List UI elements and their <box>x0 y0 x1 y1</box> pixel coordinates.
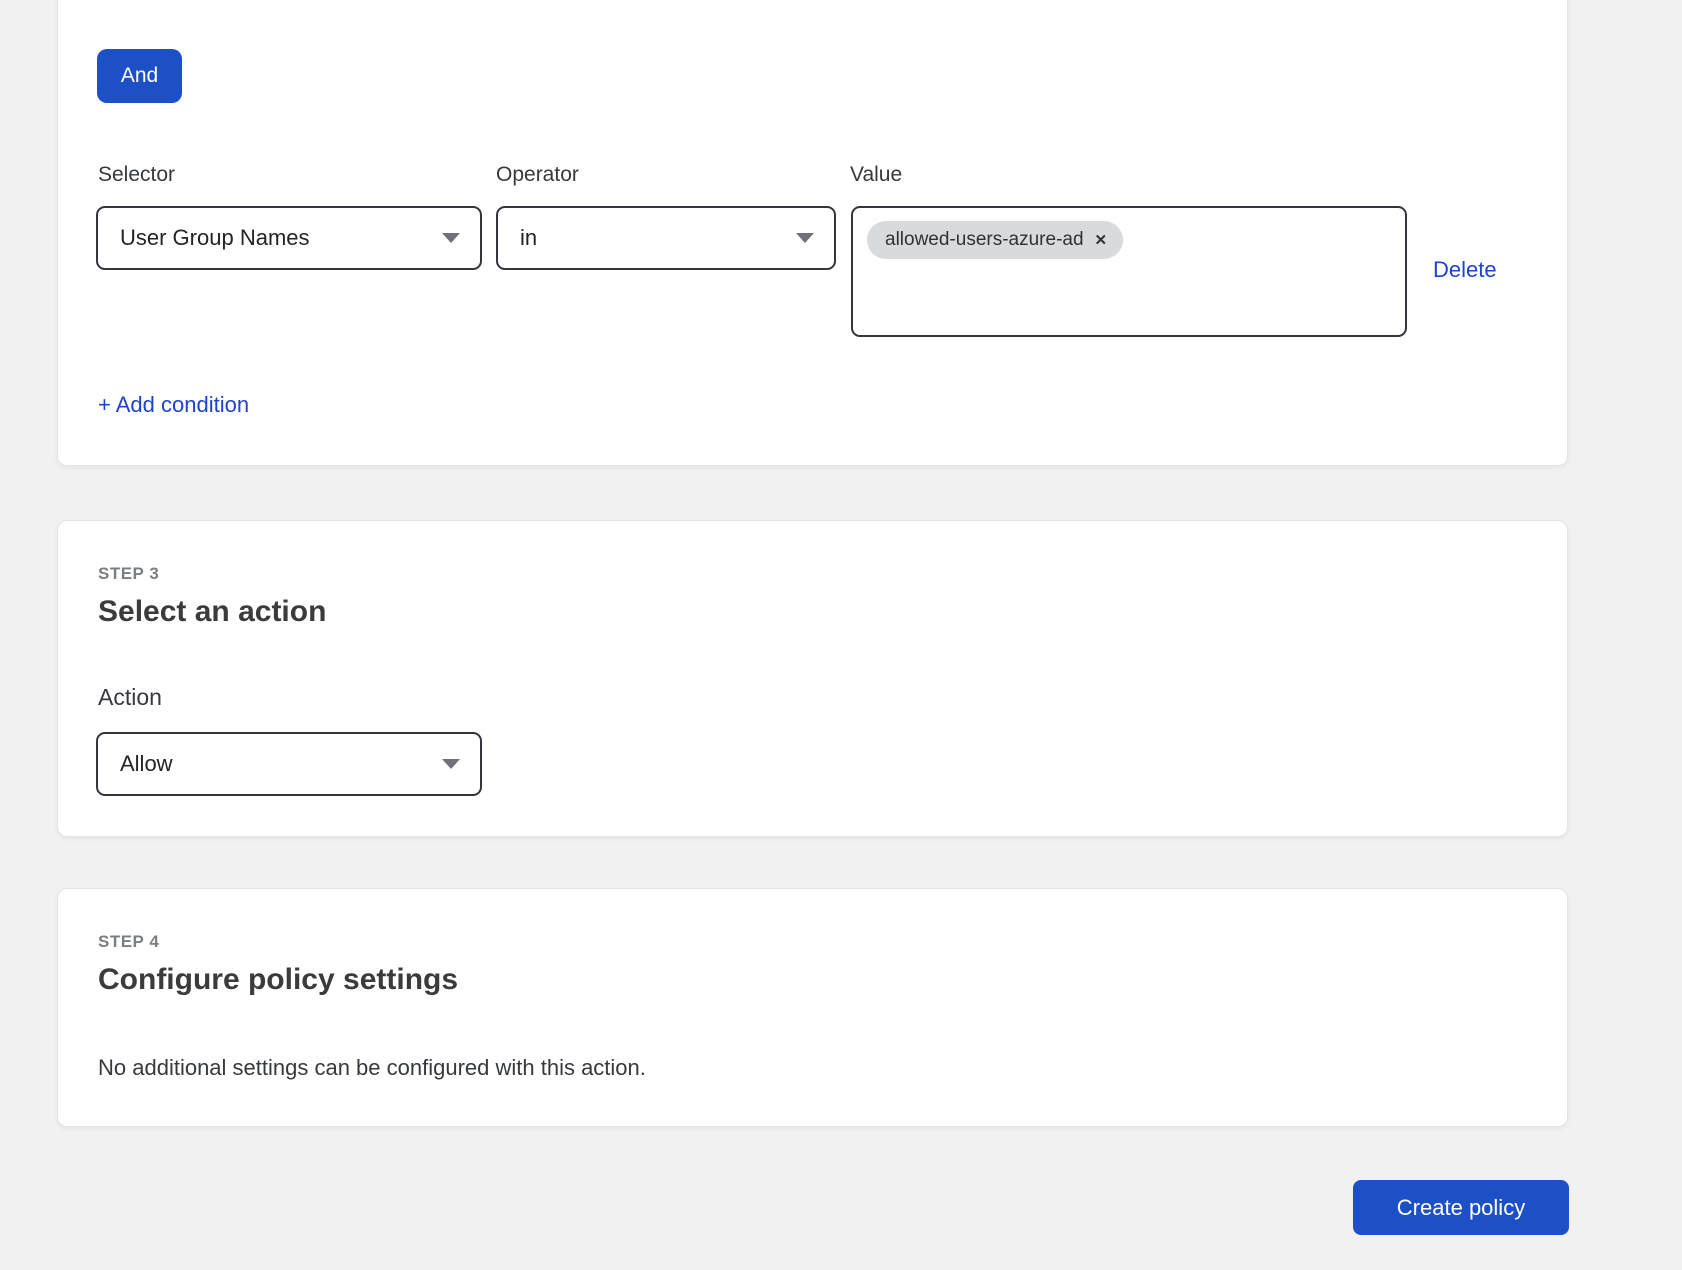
step3-card: STEP 3 Select an action Action Allow <box>57 520 1568 837</box>
chevron-down-icon <box>442 759 460 769</box>
and-operator-button[interactable]: And <box>97 49 182 103</box>
action-dropdown[interactable]: Allow <box>96 732 482 796</box>
chevron-down-icon <box>796 233 814 243</box>
step4-card: STEP 4 Configure policy settings No addi… <box>57 888 1568 1127</box>
add-condition-link[interactable]: + Add condition <box>98 392 249 418</box>
selector-dropdown[interactable]: User Group Names <box>96 206 482 270</box>
value-field-label: Value <box>850 163 902 187</box>
operator-dropdown[interactable]: in <box>496 206 836 270</box>
operator-dropdown-value: in <box>520 225 796 251</box>
selector-field-label: Selector <box>98 163 175 187</box>
condition-card: And Selector Operator Value User Group N… <box>57 0 1568 466</box>
chevron-down-icon <box>442 233 460 243</box>
delete-condition-link[interactable]: Delete <box>1433 257 1497 283</box>
step3-title: Select an action <box>98 595 326 629</box>
selector-dropdown-value: User Group Names <box>120 225 442 251</box>
value-tag: allowed-users-azure-ad ✕ <box>867 221 1123 259</box>
value-multiselect-input[interactable]: allowed-users-azure-ad ✕ <box>851 206 1407 337</box>
step4-eyebrow: STEP 4 <box>98 932 159 952</box>
step4-title: Configure policy settings <box>98 963 458 997</box>
step4-note-text: No additional settings can be configured… <box>98 1055 646 1081</box>
create-policy-button[interactable]: Create policy <box>1353 1180 1569 1235</box>
value-tag-text: allowed-users-azure-ad <box>885 229 1084 251</box>
step3-eyebrow: STEP 3 <box>98 564 159 584</box>
action-dropdown-value: Allow <box>120 751 442 777</box>
remove-tag-icon[interactable]: ✕ <box>1095 233 1108 248</box>
action-field-label: Action <box>98 684 162 711</box>
operator-field-label: Operator <box>496 163 579 187</box>
